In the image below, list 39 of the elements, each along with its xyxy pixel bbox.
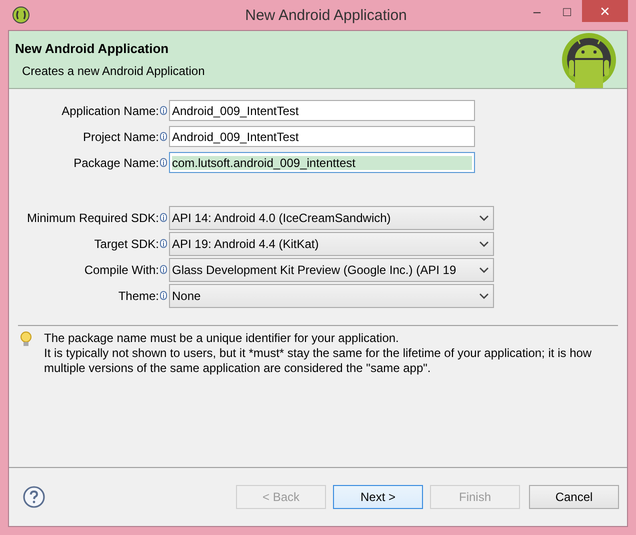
text-field[interactable]: com.lutsoft.android_009_intenttest bbox=[169, 152, 475, 173]
help-text: The package name must be a unique identifier for your application. bbox=[44, 331, 400, 346]
android-logo-icon bbox=[561, 32, 617, 88]
info-icon bbox=[160, 291, 167, 300]
info-icon bbox=[160, 106, 167, 115]
lightbulb-icon bbox=[20, 331, 32, 348]
info-icon bbox=[160, 158, 167, 167]
page-subtitle: Creates a new Android Application bbox=[22, 64, 206, 78]
chevron-down-icon bbox=[479, 240, 489, 246]
maximize-button[interactable]: □ bbox=[552, 0, 582, 22]
field-label: Application Name: bbox=[60, 104, 159, 118]
text-field[interactable]: Android_009_IntentTest bbox=[169, 100, 475, 121]
dropdown[interactable]: Glass Development Kit Preview (Google Inc.) (API 19 bbox=[169, 258, 494, 282]
chevron-down-icon bbox=[479, 266, 489, 272]
window-title: New Android Application bbox=[244, 6, 408, 24]
info-icon bbox=[160, 132, 167, 141]
dialog-button[interactable]: Cancel bbox=[529, 485, 619, 509]
chevron-down-icon bbox=[479, 214, 489, 220]
dropdown[interactable]: None bbox=[169, 284, 494, 308]
dialog-button[interactable]: Next > bbox=[333, 485, 423, 509]
page-title: New Android Application bbox=[15, 41, 170, 56]
help-text: It is typically not shown to users, but it *must* stay the same for the lifetime of your application; it is how multiple versions of the same application are considered the "same app". bbox=[44, 346, 593, 376]
text-field[interactable]: Android_009_IntentTest bbox=[169, 126, 475, 147]
field-label: Minimum Required SDK: bbox=[26, 210, 159, 224]
help-icon[interactable] bbox=[23, 486, 45, 508]
field-label: Compile With: bbox=[83, 262, 159, 276]
field-label: Package Name: bbox=[72, 156, 159, 170]
app-icon bbox=[12, 6, 30, 24]
info-icon bbox=[160, 265, 167, 274]
field-label: Target SDK: bbox=[93, 236, 159, 250]
field-label: Theme: bbox=[117, 288, 159, 302]
minimize-button[interactable]: – bbox=[522, 0, 552, 22]
field-label: Project Name: bbox=[82, 130, 159, 144]
info-icon bbox=[160, 213, 167, 222]
chevron-down-icon bbox=[479, 292, 489, 298]
dropdown[interactable]: API 19: Android 4.4 (KitKat) bbox=[169, 232, 494, 256]
close-button[interactable]: ✕ bbox=[582, 0, 628, 22]
info-icon bbox=[160, 239, 167, 248]
dropdown[interactable]: API 14: Android 4.0 (IceCreamSandwich) bbox=[169, 206, 494, 230]
